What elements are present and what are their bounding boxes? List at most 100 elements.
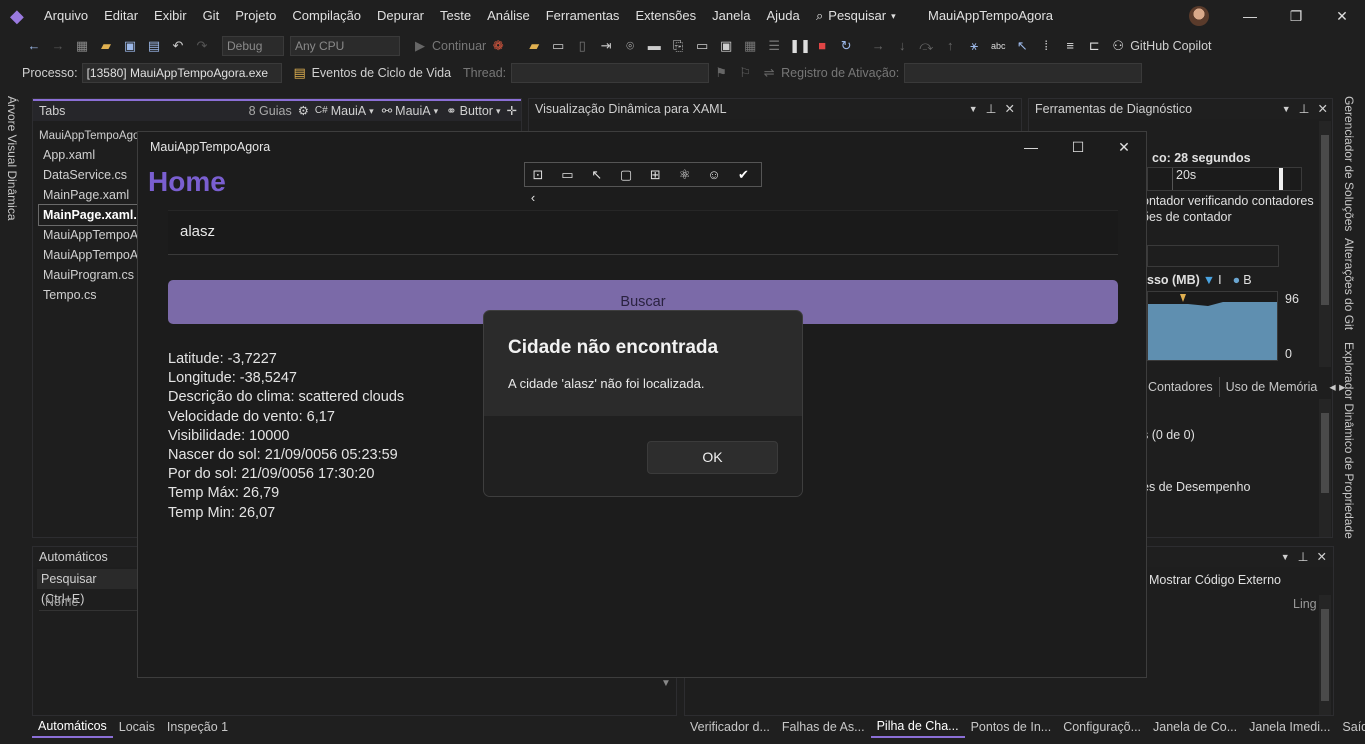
terminal-icon[interactable]: ▬ [645, 37, 663, 55]
code-icon[interactable]: ⎘ [669, 37, 687, 55]
redo-icon[interactable]: ↷ [193, 37, 211, 55]
tab-autos[interactable]: Automáticos [32, 716, 113, 738]
save-icon[interactable]: ▣ [121, 37, 139, 55]
list-item-selected[interactable]: MainPage.xaml.cs [38, 204, 140, 226]
step-into-icon[interactable]: ↓ [893, 37, 911, 55]
grid-icon[interactable]: ▦ [741, 37, 759, 55]
new-item-icon[interactable]: ▦ [73, 37, 91, 55]
avatar[interactable] [1189, 6, 1209, 26]
layout-icon[interactable]: ▭ [549, 37, 567, 55]
live-property-explorer-tab[interactable]: Explorador Dinâmico de Propriedade [1342, 342, 1356, 539]
tab-settings[interactable]: Configuraçõ... [1057, 717, 1147, 737]
hot-reload-status-icon[interactable]: ⚛ [672, 163, 698, 186]
tab-checker[interactable]: Verificador d... [684, 717, 776, 737]
play-icon[interactable]: ▶ [411, 37, 429, 55]
menu-git[interactable]: Git [195, 0, 228, 32]
close-icon[interactable]: ✕ [1005, 99, 1015, 119]
tab-call-stack[interactable]: Pilha de Cha... [870, 716, 965, 738]
close-icon[interactable]: ✕ [1317, 547, 1327, 567]
camera-icon[interactable]: ▭ [554, 163, 580, 186]
device-icon[interactable]: ▯ [573, 37, 591, 55]
tab-assertion-failures[interactable]: Falhas de As... [776, 717, 871, 737]
copilot-button[interactable]: GitHub Copilot [1130, 39, 1211, 53]
gear-icon[interactable]: ⚙ [298, 101, 309, 121]
stack-frame-dropdown[interactable] [904, 62, 1143, 83]
stop-icon[interactable]: ■ [813, 37, 831, 55]
timeline-cursor[interactable] [1279, 168, 1283, 190]
copilot-icon[interactable]: ⚇ [1109, 37, 1127, 55]
type-dropdown[interactable]: ⚯ MauiA ▾ [382, 101, 438, 121]
diagnostics-icon[interactable]: ⚹ [965, 37, 983, 55]
chevron-down-icon[interactable]: ▼ [1282, 99, 1291, 119]
ok-button[interactable]: OK [647, 441, 778, 474]
comment-icon[interactable]: ≡ [1061, 37, 1079, 55]
chevron-down-icon[interactable]: ▼ [1281, 547, 1290, 567]
step-icon[interactable]: ⇥ [597, 37, 615, 55]
lifecycle-events-button[interactable]: Eventos de Ciclo de Vida [312, 66, 451, 80]
cursor-icon[interactable]: ↖ [1013, 37, 1031, 55]
chevron-down-icon[interactable]: ▼ [969, 99, 978, 119]
check-circle-icon[interactable]: ✔ [730, 163, 756, 186]
collapse-chevron-icon[interactable]: ‹ [525, 186, 541, 209]
solution-explorer-tab[interactable]: Gerenciador de Soluções [1342, 96, 1356, 231]
step-out-icon[interactable]: ↑ [941, 37, 959, 55]
member-dropdown[interactable]: ⚭ Buttor ▾ [446, 101, 500, 121]
tab-counters[interactable]: Contadores [1142, 377, 1220, 397]
bookmark-icon[interactable]: ⊏ [1085, 37, 1103, 55]
menu-ajuda[interactable]: Ajuda [758, 0, 807, 32]
menu-janela[interactable]: Janela [704, 0, 758, 32]
autos-scrollbar[interactable]: ▼ [661, 675, 675, 715]
column-header-language[interactable]: Ling [1293, 597, 1317, 611]
process-dropdown[interactable]: [13580] MauiAppTempoAgora.exe [81, 62, 282, 83]
configuration-dropdown[interactable]: Debug [222, 36, 284, 56]
close-icon[interactable]: ✕ [1318, 99, 1328, 119]
step-over-icon[interactable]: ⤼ [917, 37, 935, 55]
save-all-icon[interactable]: ▤ [145, 37, 163, 55]
project-dropdown[interactable]: C# MauiA ▾ [315, 101, 374, 121]
tab-output[interactable]: Saída [1336, 717, 1365, 737]
platform-dropdown[interactable]: Any CPU [290, 36, 400, 56]
monitor-icon[interactable]: ▭ [693, 37, 711, 55]
window-icon[interactable]: ▣ [717, 37, 735, 55]
menu-exibir[interactable]: Exibir [146, 0, 195, 32]
pause-icon[interactable]: ❚❚ [789, 37, 811, 55]
accessibility-icon[interactable]: ☺ [701, 163, 727, 186]
menu-editar[interactable]: Editar [96, 0, 146, 32]
close-button[interactable]: ✕ [1319, 0, 1365, 32]
undo-icon[interactable]: ↶ [169, 37, 187, 55]
adorner-icon[interactable]: ▢ [613, 163, 639, 186]
restart-icon[interactable]: ↻ [837, 37, 855, 55]
city-input[interactable]: alasz [168, 210, 1118, 255]
memory-chart[interactable] [1147, 291, 1278, 361]
app-close-button[interactable]: ✕ [1104, 136, 1144, 158]
show-next-icon[interactable]: → [869, 37, 887, 55]
call-stack-scrollbar[interactable] [1319, 595, 1331, 715]
git-changes-tab[interactable]: Alterações do Git [1342, 238, 1356, 330]
timeline-ruler[interactable]: 20s [1147, 167, 1302, 191]
tab-memory-usage[interactable]: Uso de Memória [1220, 377, 1324, 397]
menu-analise[interactable]: Análise [479, 0, 538, 32]
tab-immediate-window[interactable]: Janela Imedi... [1243, 717, 1336, 737]
thread-dropdown[interactable] [511, 62, 710, 83]
menu-projeto[interactable]: Projeto [227, 0, 284, 32]
format-icon[interactable]: ⁞ [1037, 37, 1055, 55]
pin-icon[interactable]: ⊥ [1298, 547, 1309, 567]
minimize-button[interactable]: — [1227, 0, 1273, 32]
maximize-button[interactable]: ❐ [1273, 0, 1319, 32]
tab-command-window[interactable]: Janela de Co... [1147, 717, 1243, 737]
stack-icon[interactable]: ⇌ [760, 64, 778, 82]
screenshot-icon[interactable]: ⌾ [621, 37, 639, 55]
global-search[interactable]: ⌕ Pesquisar ▾ [816, 0, 896, 32]
flag-icon[interactable]: ⚑ [712, 64, 730, 82]
browse-icon[interactable]: ▰ [525, 37, 543, 55]
flag-all-icon[interactable]: ⚐ [736, 64, 754, 82]
menu-extensoes[interactable]: Extensões [627, 0, 704, 32]
show-external-code-button[interactable]: Mostrar Código Externo [1149, 573, 1281, 587]
pin-icon[interactable]: ⊥ [1299, 99, 1310, 119]
split-icon[interactable]: ✛ [507, 101, 517, 121]
tab-watch-1[interactable]: Inspeção 1 [161, 717, 234, 737]
back-icon[interactable]: ← [25, 37, 43, 55]
diag-lower-scrollbar[interactable] [1319, 399, 1331, 537]
menu-teste[interactable]: Teste [432, 0, 479, 32]
live-visual-tree-tab[interactable]: Árvore Visual Dinâmica [0, 96, 24, 236]
